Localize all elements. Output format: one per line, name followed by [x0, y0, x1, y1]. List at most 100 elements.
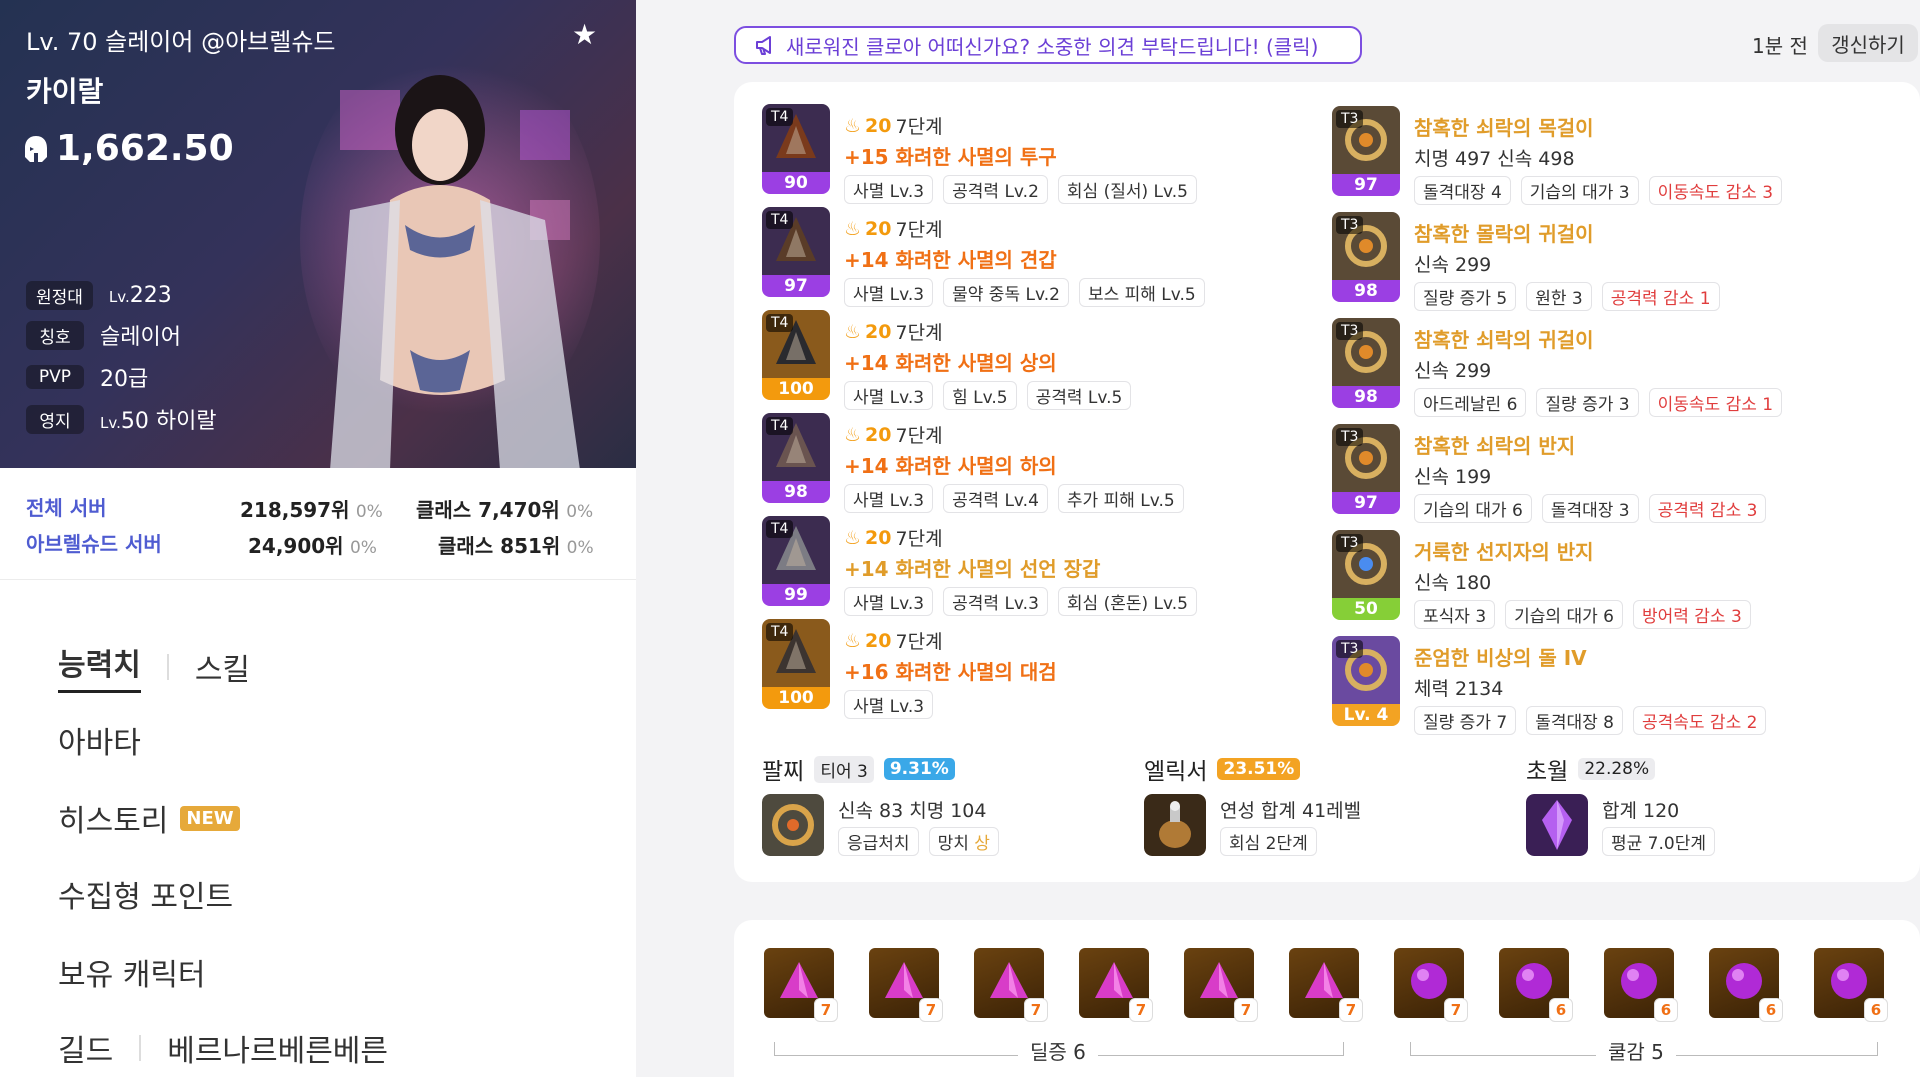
menu-guild-label: 길드 — [58, 1034, 114, 1069]
refresh-button[interactable]: 갱신하기 — [1818, 24, 1918, 62]
gem-round-icon — [1516, 963, 1552, 999]
menu-collectibles[interactable]: 수집형 포인트 — [58, 872, 233, 916]
bracelet-effect-chip: 응급처치 — [838, 827, 919, 856]
armor-icon[interactable]: T4 100 — [762, 310, 830, 400]
elixir-title: 엘릭서 — [1144, 759, 1208, 785]
character-hero: Lv. 70 슬레이어 @아브렐슈드 ★ 카이랄 1,662.50 원정대 Lv.… — [0, 0, 636, 468]
gem-level: 7 — [1339, 998, 1363, 1022]
quality-bar: 98 — [1332, 280, 1400, 302]
bracelet-stats: 신속 83 치명 104 — [838, 800, 987, 822]
armor-effect-chip: 회심 (질서) Lv.5 — [1057, 175, 1197, 204]
equipment-card: T4 90 ♨ 20 7단계 +15 화려한 사멸의 투구 사멸 Lv.3 공격력 Lv.2 회… — [734, 82, 1920, 882]
guild-divider — [139, 1035, 142, 1061]
armor-name[interactable]: +16 화려한 사멸의 대검 — [844, 656, 1057, 685]
accessory-info: 참혹한 몰락의 귀걸이 신속 299 질량 증가 5 원한 3 공격력 감소 1 — [1414, 216, 1720, 311]
quality-bar: 97 — [762, 275, 830, 297]
accessory-name[interactable]: 거룩한 선지자의 반지 — [1414, 536, 1751, 565]
gem-damage[interactable]: 7 — [1184, 948, 1258, 1022]
quality-bar: 98 — [762, 481, 830, 503]
armor-icon[interactable]: T4 98 — [762, 413, 830, 503]
accessory-info: 준엄한 비상의 돌 IV 체력 2134 질량 증가 7 돌격대장 8 공격속도 감소 … — [1414, 640, 1767, 735]
upgrade-value: 20 — [865, 320, 892, 343]
armor-effect-chip: 추가 피해 Lv.5 — [1057, 484, 1184, 513]
gem-damage[interactable]: 7 — [764, 948, 838, 1022]
gem-damage[interactable]: 7 — [974, 948, 1048, 1022]
menu-guild[interactable]: 길드 베르나르베른베른 — [58, 1026, 388, 1070]
armor-effect-chip: 사멸 Lv.3 — [844, 587, 934, 616]
gem-cooldown[interactable]: 6 — [1709, 948, 1783, 1022]
menu-characters[interactable]: 보유 캐릭터 — [58, 950, 206, 994]
gem-damage[interactable]: 7 — [1079, 948, 1153, 1022]
item-level: 1,662.50 — [24, 128, 234, 169]
gem-cooldown[interactable]: 7 — [1394, 948, 1468, 1022]
chip-grade: 상 — [974, 834, 990, 854]
gem-triangle-icon — [885, 962, 923, 998]
gem-level: 6 — [1549, 998, 1573, 1022]
accessory-icon[interactable]: T3 98 — [1332, 212, 1400, 302]
accessory-name[interactable]: 준엄한 비상의 돌 IV — [1414, 642, 1766, 671]
accessory-name[interactable]: 참혹한 쇠락의 반지 — [1414, 430, 1766, 459]
gem-round-icon — [1831, 963, 1867, 999]
rank-server-label[interactable]: 아브렐슈드 서버 — [26, 528, 162, 557]
stage-value: 7단계 — [895, 219, 943, 241]
menu-avatar[interactable]: 아바타 — [58, 718, 141, 762]
upgrade-value: 20 — [865, 114, 892, 137]
armor-icon[interactable]: T4 90 — [762, 104, 830, 194]
armor-name[interactable]: +15 화려한 사멸의 투구 — [844, 141, 1197, 170]
armor-name[interactable]: +14 화려한 사멸의 견갑 — [844, 244, 1205, 273]
helmet-icon — [25, 135, 47, 162]
accessory-icon[interactable]: T3 98 — [1332, 318, 1400, 408]
accessory-name[interactable]: 참혹한 몰락의 귀걸이 — [1414, 218, 1720, 247]
tag-prefix: Lv. — [108, 287, 130, 306]
accessory-icon[interactable]: T3 97 — [1332, 106, 1400, 196]
upgrade-icon: ♨ — [844, 320, 862, 343]
armor-effect-chip: 공격력 Lv.3 — [943, 587, 1048, 616]
armor-icon[interactable]: T4 100 — [762, 619, 830, 709]
gem-damage[interactable]: 7 — [1289, 948, 1363, 1022]
rank-all: 218,597위 0% — [240, 494, 383, 523]
feedback-banner[interactable]: 새로워진 클로아 어떠신가요? 소중한 의견 부탁드립니다! (클릭) — [734, 26, 1362, 64]
accessory-name[interactable]: 참혹한 쇠락의 목걸이 — [1414, 112, 1782, 141]
armor-effect-chip: 공격력 Lv.2 — [943, 175, 1048, 204]
tab-stats[interactable]: 능력치 — [58, 640, 141, 693]
accessory-icon[interactable]: T3 97 — [1332, 424, 1400, 514]
ability-stone-icon[interactable]: T3 Lv. 4 — [1332, 636, 1400, 726]
gem-cooldown[interactable]: 6 — [1604, 948, 1678, 1022]
tag-estate: 영지 Lv.50 하이랄 — [26, 404, 217, 434]
bracelet-title: 팔찌 — [762, 759, 805, 785]
gem-cooldown[interactable]: 6 — [1499, 948, 1573, 1022]
stage-value: 7단계 — [895, 425, 943, 447]
rank-all-label[interactable]: 전체 서버 — [26, 492, 107, 521]
quality-bar: 98 — [1332, 386, 1400, 408]
tag-expedition: 원정대 Lv.223 — [26, 280, 172, 310]
transcend-pct: 22.28% — [1578, 758, 1656, 780]
armor-icon[interactable]: T4 99 — [762, 516, 830, 606]
bracelet-icon[interactable] — [762, 794, 824, 856]
accessory-effect-chip: 돌격대장 4 — [1414, 176, 1511, 205]
menu-history[interactable]: 히스토리 NEW — [58, 796, 240, 840]
armor-effect-chip: 사멸 Lv.3 — [844, 175, 934, 204]
gem-level: 6 — [1759, 998, 1783, 1022]
armor-chips: 사멸 Lv.3 물약 중독 Lv.2 보스 피해 Lv.5 — [844, 278, 1205, 307]
quality-bar: 99 — [762, 584, 830, 606]
transcend-chips: 평균 7.0단계 — [1602, 827, 1715, 856]
rank-value: 24,900위 — [248, 534, 344, 558]
accessory-name[interactable]: 참혹한 쇠락의 귀걸이 — [1414, 324, 1782, 353]
armor-name[interactable]: +14 화려한 사멸의 선언 장갑 — [844, 553, 1197, 582]
accessory-effect-chip: 아드레날린 6 — [1414, 388, 1527, 417]
armor-chips: 사멸 Lv.3 공격력 Lv.3 회심 (혼돈) Lv.5 — [844, 587, 1197, 616]
elixir-icon[interactable] — [1144, 794, 1206, 856]
accessory-icon[interactable]: T3 50 — [1332, 530, 1400, 620]
gem-level: 7 — [1024, 998, 1048, 1022]
accessory-penalty-chip: 공격력 감소 1 — [1601, 282, 1720, 311]
armor-name[interactable]: +14 화려한 사멸의 상의 — [844, 347, 1131, 376]
gem-triangle-icon — [1200, 962, 1238, 998]
armor-name[interactable]: +14 화려한 사멸의 하의 — [844, 450, 1184, 479]
armor-icon[interactable]: T4 97 — [762, 207, 830, 297]
gem-cooldown[interactable]: 6 — [1814, 948, 1888, 1022]
gem-damage[interactable]: 7 — [869, 948, 943, 1022]
tab-skills[interactable]: 스킬 — [195, 645, 250, 689]
transcend-icon[interactable] — [1526, 794, 1588, 856]
favorite-star-icon[interactable]: ★ — [572, 18, 597, 51]
accessory-chips: 포식자 3 기습의 대가 6 방어력 감소 3 — [1414, 600, 1751, 629]
